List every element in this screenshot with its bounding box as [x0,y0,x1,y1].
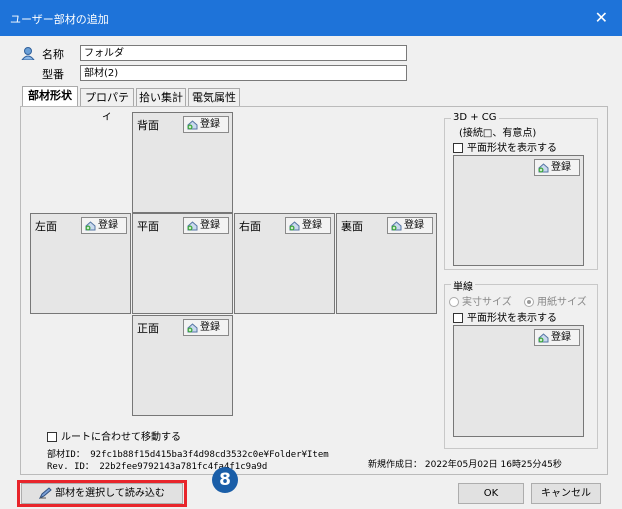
tab-shape[interactable]: 部材形状 [22,86,78,106]
register-icon [391,220,402,230]
register-label: 登録 [302,220,322,231]
cg-show-plane-label: 平面形状を表示する [467,143,557,154]
radio-actual-label: 実寸サイズ [462,297,512,308]
line-group: 単線 実寸サイズ 用紙サイズ 平面形状を表示する 登録 [444,278,598,449]
register-icon [187,119,198,129]
radio-paper-size[interactable]: 用紙サイズ [524,293,587,308]
register-icon [187,322,198,332]
register-button-rear[interactable]: 登録 [387,217,433,234]
register-icon [538,332,549,342]
register-label: 登録 [98,220,118,231]
tab-property[interactable]: プロパティ [80,88,134,122]
name-field[interactable]: フォルダ [80,45,407,61]
radio-actual-size[interactable]: 実寸サイズ [449,293,512,308]
register-icon [85,220,96,230]
user-part-icon [21,47,35,60]
register-label: 登録 [200,220,220,231]
panel-back-label: 背面 [137,119,159,132]
route-move-label: ルートに合わせて移動する [61,432,181,443]
name-label: 名称 [42,48,64,61]
register-button-back[interactable]: 登録 [183,116,229,133]
radio-icon[interactable] [449,297,459,307]
panel-left: 左面 登録 [30,213,131,314]
cancel-button[interactable]: キャンセル [531,483,601,504]
created-date: 新規作成日： 2022年05月02日 16時25分45秒 [368,460,562,470]
register-button-front[interactable]: 登録 [183,319,229,336]
register-button-right[interactable]: 登録 [285,217,331,234]
model-field[interactable]: 部材(2) [80,65,407,81]
checkbox-icon[interactable] [47,432,57,442]
register-icon [538,162,549,172]
register-button-plane[interactable]: 登録 [183,217,229,234]
panel-back: 背面 登録 [132,112,233,213]
line-show-plane-label: 平面形状を表示する [467,313,557,324]
register-button-line[interactable]: 登録 [534,329,580,346]
step-callout-badge: 8 [212,467,238,493]
register-label: 登録 [551,162,571,173]
line-group-title: 単線 [451,278,475,293]
window-title: ユーザー部材の追加 [10,13,109,26]
radio-icon[interactable] [524,297,534,307]
panel-front: 正面 登録 [132,315,233,416]
route-move-checkbox[interactable]: ルートに合わせて移動する [47,428,181,443]
register-icon [187,220,198,230]
tab-pickup[interactable]: 拾い集計 [136,88,186,106]
checkbox-icon[interactable] [453,143,463,153]
select-part-label: 部材を選択して読み込む [55,488,165,499]
register-icon [289,220,300,230]
register-label: 登録 [200,322,220,333]
panel-right-label: 右面 [239,220,261,233]
register-label: 登録 [404,220,424,231]
cg-group-title: 3D + CG [451,112,499,123]
panel-front-label: 正面 [137,322,159,335]
ok-button[interactable]: OK [458,483,524,504]
line-show-plane-checkbox[interactable]: 平面形状を表示する [453,309,557,324]
cg-preview: 登録 [453,155,584,266]
panel-plane-label: 平面 [137,220,159,233]
tab-electric[interactable]: 電気属性 [188,88,240,106]
line-preview: 登録 [453,325,584,437]
pencil-icon [39,487,52,500]
panel-right: 右面 登録 [234,213,335,314]
register-label: 登録 [551,332,571,343]
cg-group-subtitle: (接続□、有意点) [459,128,537,139]
close-icon[interactable]: ✕ [595,8,608,27]
panel-rear: 裏面 登録 [336,213,437,314]
title-bar: ユーザー部材の追加 ✕ [0,0,622,36]
panel-rear-label: 裏面 [341,220,363,233]
checkbox-icon[interactable] [453,313,463,323]
model-label: 型番 [42,68,64,81]
register-label: 登録 [200,119,220,130]
panel-plane: 平面 登録 [132,213,233,314]
cg-show-plane-checkbox[interactable]: 平面形状を表示する [453,139,557,154]
radio-paper-label: 用紙サイズ [537,297,587,308]
select-part-button[interactable]: 部材を選択して読み込む [21,483,183,504]
cg-group: 3D + CG (接続□、有意点) 平面形状を表示する 登録 [444,112,598,270]
register-button-left[interactable]: 登録 [81,217,127,234]
register-button-cg[interactable]: 登録 [534,159,580,176]
panel-left-label: 左面 [35,220,57,233]
